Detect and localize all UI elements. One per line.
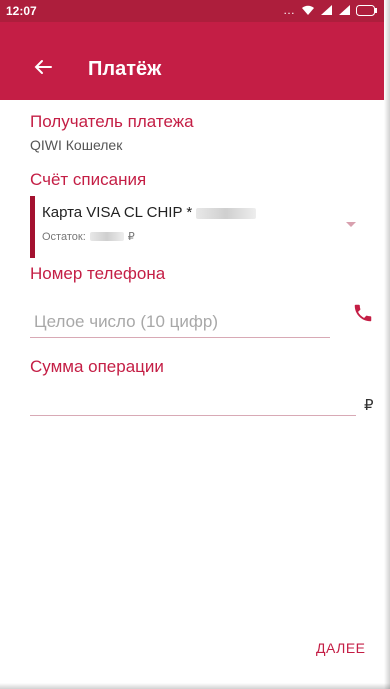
signal-icon (321, 5, 332, 15)
page-title: Платёж (88, 58, 162, 80)
status-bar: 12:07 … (0, 0, 384, 22)
balance-row: Остаток: ₽ (42, 230, 135, 244)
amount-label: Сумма операции (30, 357, 164, 376)
recipient-value: QIWI Кошелек (30, 137, 123, 153)
status-icons: … (283, 3, 378, 17)
back-button[interactable] (30, 54, 56, 80)
signal-icon (339, 5, 350, 15)
app-bar: Платёж (0, 22, 384, 100)
wifi-icon (302, 5, 314, 15)
masked-balance (89, 232, 124, 241)
recipient-label: Получатель платежа (30, 112, 194, 131)
window-shadow (384, 0, 390, 689)
arrow-back-icon (34, 60, 52, 74)
amount-currency: ₽ (364, 397, 374, 414)
balance-label: Остаток: (42, 230, 86, 243)
phone-label: Номер телефона (30, 264, 166, 283)
balance-currency: ₽ (127, 231, 135, 243)
phone-input[interactable] (30, 306, 330, 338)
amount-input[interactable] (30, 386, 356, 416)
debit-account-label: Счёт списания (30, 170, 147, 189)
window-shadow (0, 683, 390, 689)
status-time: 12:07 (6, 4, 37, 18)
phone-icon[interactable] (352, 302, 374, 324)
dropdown-arrow-icon[interactable] (346, 222, 356, 227)
more-icon: … (283, 3, 296, 17)
masked-card-digits (196, 207, 257, 219)
next-button[interactable]: ДАЛЕЕ (316, 640, 366, 656)
card-marker (30, 196, 35, 258)
battery-icon (356, 4, 377, 16)
card-name: Карта VISA CL CHIP * (42, 204, 257, 221)
